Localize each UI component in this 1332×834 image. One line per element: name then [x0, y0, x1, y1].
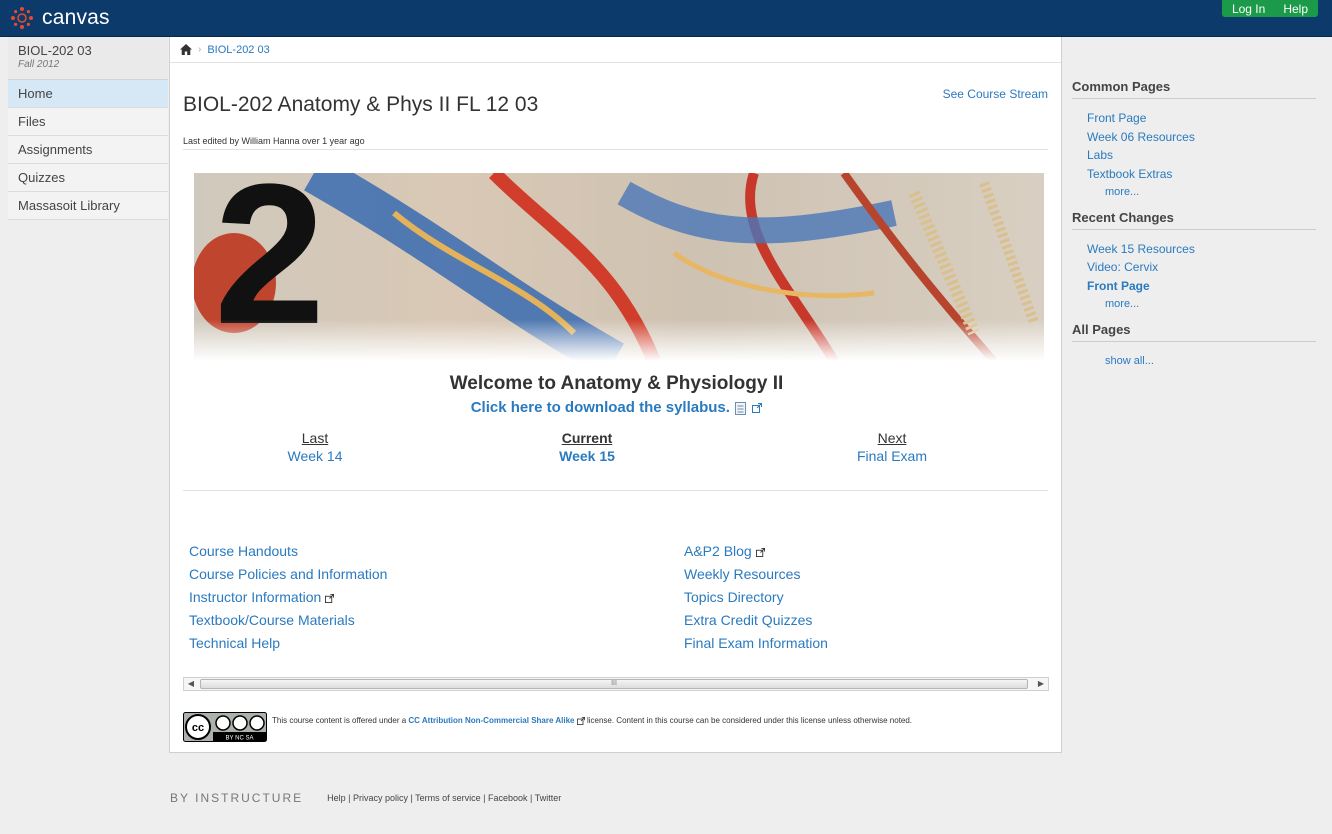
sidebar-item-quizzes[interactable]: Quizzes — [8, 164, 168, 192]
see-course-stream-link[interactable]: See Course Stream — [943, 87, 1048, 101]
external-link-icon — [752, 403, 763, 414]
common-page-link[interactable]: Week 06 Resources — [1087, 128, 1316, 147]
recent-changes-more-link[interactable]: more... — [1087, 295, 1316, 314]
link-textbook-materials[interactable]: Textbook/Course Materials — [189, 609, 387, 632]
license-notice: cc BY NC SA This course content is offer… — [183, 712, 912, 742]
recent-change-link[interactable]: Video: Cervix — [1087, 258, 1316, 277]
common-pages-heading: Common Pages — [1072, 79, 1316, 99]
all-pages-list: show all... — [1072, 352, 1316, 371]
logo-text: canvas — [42, 6, 110, 29]
help-link[interactable]: Help — [1283, 2, 1308, 16]
syllabus-link[interactable]: Click here to download the syllabus. — [471, 399, 730, 416]
last-edited-text: Last edited by William Hanna over 1 year… — [183, 136, 365, 146]
top-navigation-bar: canvas Log In Help — [0, 0, 1332, 37]
current-week-label: Current — [561, 430, 613, 446]
sidebar-item-home[interactable]: Home — [8, 80, 168, 108]
next-week: Next Final Exam — [822, 430, 962, 464]
scrollbar-thumb[interactable]: III — [200, 679, 1028, 689]
footer-links[interactable]: Help | Privacy policy | Terms of service… — [327, 793, 561, 803]
link-final-exam-information[interactable]: Final Exam Information — [684, 632, 828, 655]
instructure-brand[interactable]: BY INSTRUCTURE — [170, 791, 303, 805]
main-content: › BIOL-202 03 BIOL-202 Anatomy & Phys II… — [169, 37, 1062, 753]
home-icon[interactable] — [180, 44, 192, 55]
course-term: Fall 2012 — [18, 59, 60, 70]
document-icon — [735, 401, 747, 415]
link-topics-directory[interactable]: Topics Directory — [684, 586, 828, 609]
course-navigation: BIOL-202 03 Fall 2012 Home Files Assignm… — [8, 37, 168, 220]
license-prefix: This course content is offered under a — [272, 716, 407, 725]
link-technical-help[interactable]: Technical Help — [189, 632, 387, 655]
breadcrumb: › BIOL-202 03 — [170, 37, 1061, 63]
course-header[interactable]: BIOL-202 03 Fall 2012 — [8, 37, 168, 80]
license-suffix: license. Content in this course can be c… — [586, 716, 913, 725]
recent-changes-list: Week 15 Resources Video: Cervix Front Pa… — [1072, 240, 1316, 314]
common-pages-list: Front Page Week 06 Resources Labs Textbo… — [1072, 109, 1316, 202]
recent-changes-heading: Recent Changes — [1072, 210, 1316, 230]
course-code: BIOL-202 03 — [18, 43, 92, 58]
sidebar-item-massasoit-library[interactable]: Massasoit Library — [8, 192, 168, 220]
recent-change-link[interactable]: Front Page — [1087, 277, 1316, 296]
last-week-link[interactable]: Week 14 — [245, 448, 385, 464]
creative-commons-badge-icon: cc BY NC SA — [183, 712, 267, 742]
horizontal-scrollbar[interactable]: ◀ III ▶ — [183, 677, 1049, 691]
scrollbar-grip: III — [611, 680, 617, 687]
next-week-label: Next — [877, 430, 907, 446]
last-week-label: Last — [301, 430, 329, 446]
link-instructor-information-label: Instructor Information — [189, 589, 322, 605]
link-instructor-information[interactable]: Instructor Information — [189, 586, 387, 609]
current-week: Current Week 15 — [517, 430, 657, 464]
external-link-icon — [325, 593, 335, 603]
common-page-link[interactable]: Labs — [1087, 146, 1316, 165]
license-text: This course content is offered under a C… — [272, 716, 912, 725]
course-banner-image: 2 — [194, 173, 1044, 361]
link-course-policies[interactable]: Course Policies and Information — [189, 563, 387, 586]
common-page-link[interactable]: Front Page — [1087, 109, 1316, 128]
license-link[interactable]: CC Attribution Non-Commercial Share Alik… — [408, 716, 574, 725]
last-week: Last Week 14 — [245, 430, 385, 464]
chevron-right-icon: › — [198, 44, 202, 55]
page-title: BIOL-202 Anatomy & Phys II FL 12 03 — [183, 93, 539, 116]
recent-change-link[interactable]: Week 15 Resources — [1087, 240, 1316, 259]
svg-text:cc: cc — [192, 722, 204, 734]
canvas-logo-icon — [11, 7, 33, 29]
welcome-heading: Welcome to Anatomy & Physiology II — [449, 373, 784, 394]
common-page-link[interactable]: Textbook Extras — [1087, 165, 1316, 184]
sidebar-item-assignments[interactable]: Assignments — [8, 136, 168, 164]
sidebar-item-files[interactable]: Files — [8, 108, 168, 136]
canvas-logo[interactable]: canvas — [10, 6, 110, 30]
divider — [183, 490, 1048, 491]
common-pages-more-link[interactable]: more... — [1087, 183, 1316, 202]
link-weekly-resources[interactable]: Weekly Resources — [684, 563, 828, 586]
footer: BY INSTRUCTURE Help | Privacy policy | T… — [170, 791, 561, 805]
external-link-icon — [755, 547, 765, 557]
link-ap2-blog-label: A&P2 Blog — [684, 543, 752, 559]
link-ap2-blog[interactable]: A&P2 Blog — [684, 540, 828, 563]
top-actions: Log In Help — [1221, 0, 1318, 17]
show-all-pages-link[interactable]: show all... — [1087, 352, 1316, 371]
divider — [183, 149, 1048, 150]
all-pages-heading: All Pages — [1072, 322, 1316, 342]
course-links-left: Course Handouts Course Policies and Info… — [189, 540, 387, 655]
course-links-right: A&P2 Blog Weekly Resources Topics Direct… — [684, 540, 828, 655]
external-link-icon — [576, 716, 585, 725]
breadcrumb-course-link[interactable]: BIOL-202 03 — [207, 44, 269, 56]
link-extra-credit-quizzes[interactable]: Extra Credit Quizzes — [684, 609, 828, 632]
current-week-link[interactable]: Week 15 — [517, 448, 657, 464]
login-link[interactable]: Log In — [1232, 2, 1265, 16]
link-course-handouts[interactable]: Course Handouts — [189, 540, 387, 563]
right-sidebar: Common Pages Front Page Week 06 Resource… — [1072, 79, 1316, 378]
next-week-link[interactable]: Final Exam — [822, 448, 962, 464]
cc-badge-text: BY NC SA — [226, 736, 254, 742]
scroll-left-icon[interactable]: ◀ — [184, 678, 198, 690]
syllabus-download[interactable]: Click here to download the syllabus. — [170, 399, 1063, 416]
scroll-right-icon[interactable]: ▶ — [1034, 678, 1048, 690]
